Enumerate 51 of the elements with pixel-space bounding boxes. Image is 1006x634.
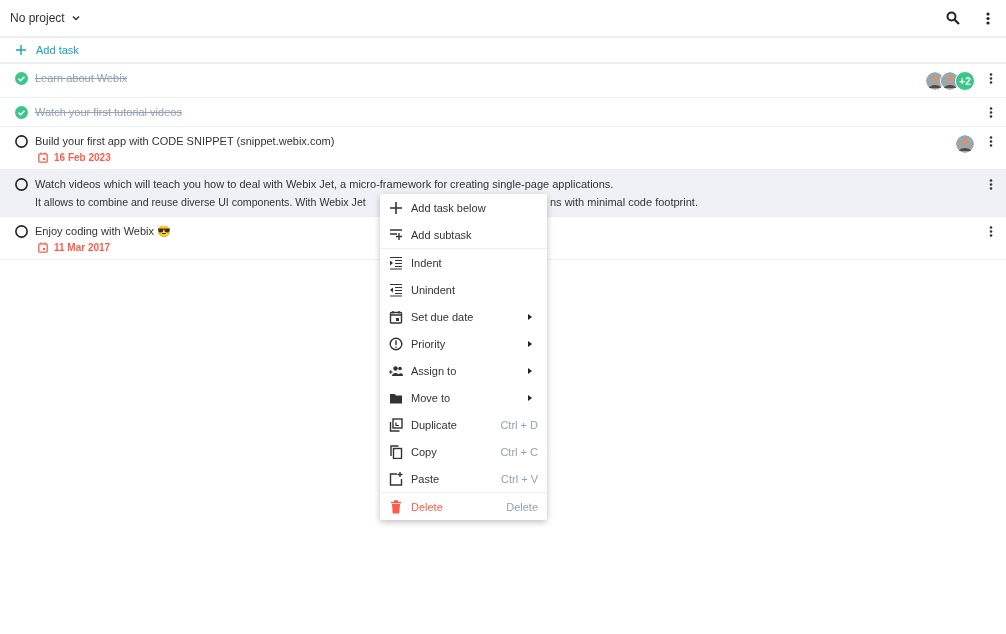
menu-item[interactable]: Indent (380, 249, 547, 276)
unindent-icon (389, 282, 403, 297)
task-text: Build your first app with CODE SNIPPET (snippet.webix.com) (35, 134, 335, 149)
subtask-icon (389, 227, 403, 242)
menu-item[interactable]: Add subtask (380, 221, 547, 248)
calendar-icon (38, 152, 48, 163)
more-icon[interactable] (989, 226, 993, 237)
plus-icon (389, 200, 403, 215)
search-icon[interactable] (946, 11, 960, 25)
due-date: 11 Mar 2017 (54, 242, 111, 253)
people-icon (389, 363, 403, 378)
priority-icon (389, 336, 403, 351)
trash-icon (389, 499, 403, 514)
task-row[interactable] (0, 170, 1006, 217)
more-icon[interactable] (989, 73, 993, 84)
more-icon[interactable] (986, 11, 990, 25)
indent-icon (389, 255, 403, 270)
paste-icon (389, 471, 403, 486)
more-icon[interactable] (989, 136, 993, 147)
menu-item[interactable]: Add task below (380, 194, 547, 221)
plus-icon (16, 45, 26, 55)
checkbox-circle-icon[interactable] (15, 135, 28, 148)
checkbox-circle-icon[interactable] (15, 178, 28, 191)
menu-item[interactable]: Set due date (380, 303, 547, 330)
more-icon[interactable] (989, 179, 993, 190)
task-text: Enjoy coding with Webix 😎 (35, 224, 172, 239)
task-text: It allows to combine and reuse diverse UI components. With Webix Jet (35, 196, 366, 208)
caret-icon (70, 13, 81, 23)
duplicate-icon (389, 417, 403, 432)
menu-item[interactable]: Duplicate Ctrl + D (380, 411, 547, 438)
more-icon[interactable] (989, 107, 993, 118)
menu-item[interactable]: Copy Ctrl + C (380, 438, 547, 465)
task-text: Watch your first tutorial videos (35, 105, 182, 120)
project-dropdown[interactable]: No project (10, 7, 81, 29)
checked-circle-icon[interactable] (15, 72, 28, 85)
copy-icon (389, 444, 403, 459)
checkbox-circle-icon[interactable] (15, 225, 28, 238)
menu-item[interactable]: Assign to (380, 357, 547, 384)
calendar-icon (38, 242, 48, 253)
due-date: 16 Feb 2023 (54, 152, 111, 163)
checked-circle-icon[interactable] (15, 106, 28, 119)
more-assignees-badge: +2 (955, 71, 975, 91)
menu-item[interactable]: Unindent (380, 276, 547, 303)
menu-item[interactable]: Move to (380, 384, 547, 411)
calendar-icon (389, 309, 403, 324)
menu-item[interactable]: Priority (380, 330, 547, 357)
task-text: Learn about Webix (35, 71, 128, 86)
task-text: Watch videos which will teach you how to deal with Webix Jet, a micro-framework for creating single-page applications. (35, 177, 614, 192)
menu-item[interactable]: Paste Ctrl + V (380, 465, 547, 492)
avatar-icon (955, 134, 975, 154)
task-text: ns with minimal code footprint. (550, 195, 698, 210)
